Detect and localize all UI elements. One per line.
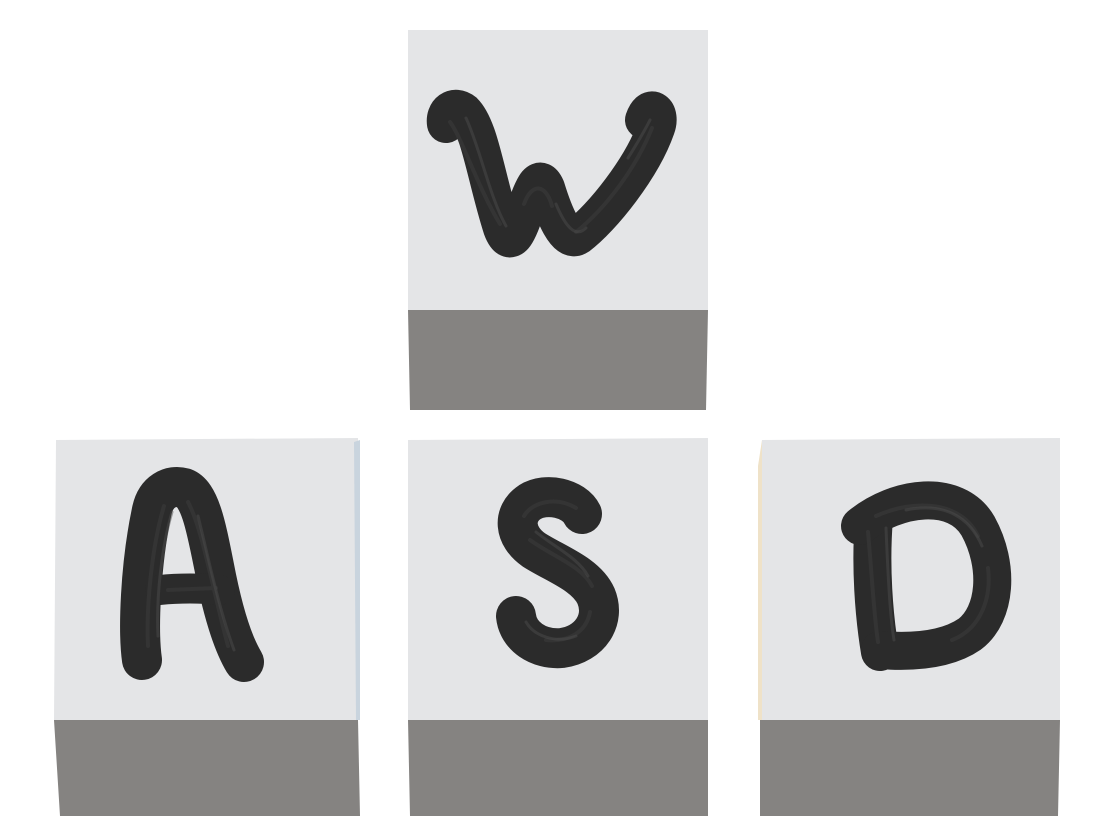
key-w-cube: [408, 30, 708, 410]
key-front-face: [408, 720, 708, 816]
key-top-face: [408, 30, 708, 310]
key-front-face: [760, 720, 1060, 816]
key-d-cube: [758, 438, 1060, 816]
key-top-face: [760, 438, 1060, 720]
key-d: D: [756, 436, 1064, 818]
key-w: w: [406, 28, 710, 412]
key-side-edge: [758, 440, 762, 720]
key-a: A: [52, 436, 364, 818]
key-front-face: [54, 720, 360, 816]
key-a-cube: [54, 438, 360, 816]
key-front-face: [408, 310, 708, 410]
key-s: S: [406, 436, 712, 818]
key-s-cube: [408, 438, 708, 816]
